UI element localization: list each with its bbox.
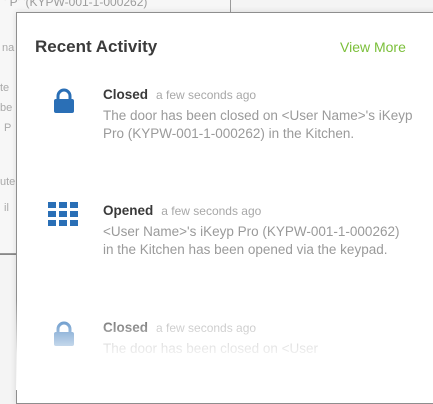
background-text: te [0, 82, 10, 94]
activity-time: a few seconds ago [161, 204, 262, 218]
background-text: ' P' '(KYPW-001-1-000262) [4, 0, 148, 9]
keypad-icon [48, 202, 78, 226]
recent-activity-panel: Recent Activity View More Closed a few se… [16, 12, 433, 404]
background-text: na [2, 42, 15, 54]
activity-status: Closed [103, 320, 149, 335]
activity-time: a few seconds ago [156, 88, 257, 102]
activity-status: Opened [103, 203, 154, 218]
activity-message: The door has been closed on <User Name>'… [103, 108, 413, 141]
view-more-link[interactable]: View More [340, 39, 406, 55]
activity-status: Closed [103, 87, 149, 102]
activity-message: The door has been closed on <User [103, 341, 319, 356]
activity-message: <User Name>'s iKeyp Pro (KYPW-001-1-0002… [103, 224, 400, 257]
background-text: P [4, 122, 12, 134]
lock-icon [54, 88, 74, 113]
lock-icon [54, 321, 74, 346]
background-text: be [0, 102, 13, 114]
panel-title: Recent Activity [35, 37, 158, 56]
background-text: ute [0, 176, 16, 188]
activity-time: a few seconds ago [156, 321, 257, 335]
background-text: il [4, 202, 9, 214]
